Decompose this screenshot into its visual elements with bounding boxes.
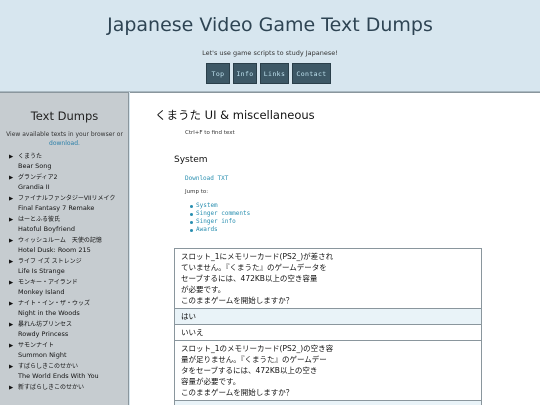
sidebar: Text Dumps View available texts in your … <box>0 92 129 405</box>
sidebar-item-en[interactable]: The World Ends With You <box>18 372 127 381</box>
table-cell: スロット_1にメモリーカード(PS2_)が差され ていません。『くまうた』のゲーム… <box>174 248 482 309</box>
text-line: このままゲームを開始しますか？ <box>181 296 294 305</box>
arrow-right-icon: ▶ <box>9 322 14 328</box>
sidebar-item[interactable]: ▶ ナイト・イン・ザ・ウッズ Night in the Woods <box>9 300 127 321</box>
sidebar-item-jp[interactable]: はーとふる彼氏 <box>18 216 60 223</box>
arrow-right-icon: ▶ <box>9 154 14 160</box>
sidebar-item[interactable]: ▶ ライフ イズ ストレンジ Life Is Strange <box>9 258 127 279</box>
sidebar-item[interactable]: ▶ 暴れん坊プリンセス Rowdy Princess <box>9 321 127 342</box>
text-line: 容量が必要です。 <box>181 377 241 386</box>
arrow-right-icon: ▶ <box>9 238 14 244</box>
jump-links: System Singer comments Singer info Awards <box>190 202 250 234</box>
arrow-right-icon: ▶ <box>9 280 14 286</box>
site-title[interactable]: Japanese Video Game Text Dumps <box>0 14 540 36</box>
sidebar-item-en[interactable]: Night in the Woods <box>18 309 127 318</box>
sidebar-item-jp[interactable]: 新すばらしきこのせかい <box>18 384 84 391</box>
sidebar-item[interactable]: ▶ くまうた Bear Song <box>9 153 127 174</box>
arrow-right-icon: ▶ <box>9 259 14 265</box>
table-row: はい <box>174 400 482 405</box>
arrow-right-icon: ▶ <box>9 364 14 370</box>
sidebar-item-en[interactable]: Final Fantasy 7 Remake <box>18 204 127 213</box>
sidebar-desc-text: View available texts in your browser or <box>6 131 123 138</box>
sidebar-item-jp[interactable]: グランディア2 <box>18 174 57 181</box>
jump-link[interactable]: Singer info <box>190 218 250 226</box>
arrow-right-icon: ▶ <box>9 301 14 307</box>
table-row: はい <box>174 308 482 325</box>
text-line: いいえ <box>181 328 204 337</box>
sidebar-item-en[interactable]: Hatoful Boyfriend <box>18 225 127 234</box>
sidebar-item-jp[interactable]: モンキー・アイランド <box>18 279 78 286</box>
site-header: Japanese Video Game Text Dumps Let's use… <box>0 0 540 92</box>
sidebar-item-jp[interactable]: ウィッシュルーム 天使の記憶 <box>18 237 102 244</box>
table-cell: いいえ <box>174 324 482 341</box>
sidebar-item[interactable]: ▶ グランディア2 Grandia II <box>9 174 127 195</box>
sidebar-item-en[interactable]: Hotel Dusk: Room 215 <box>18 246 127 255</box>
text-line: スロット_1にメモリーカード(PS2_)が差され <box>181 252 334 261</box>
download-txt-link[interactable]: Download TXT <box>185 175 228 182</box>
top-nav: Top Info Links Contact <box>206 63 331 84</box>
sidebar-item[interactable]: ▶ ウィッシュルーム 天使の記憶 Hotel Dusk: Room 215 <box>9 237 127 258</box>
table-row: スロット_1のメモリーカード(PS2_)の空き容 量が足りません。『くまうた』のゲ… <box>174 340 482 401</box>
sidebar-item[interactable]: ▶ すばらしきこのせかい The World Ends With You <box>9 363 127 384</box>
page-title: くまうた UI & miscellaneous <box>155 108 315 122</box>
table-row: スロット_1にメモリーカード(PS2_)が差され ていません。『くまうた』のゲーム… <box>174 248 482 309</box>
sidebar-item-en[interactable]: Life Is Strange <box>18 267 127 276</box>
table-cell: はい <box>174 308 482 325</box>
text-line: 量が足りません。『くまうた』のゲームデー <box>181 355 327 364</box>
sidebar-item-en[interactable]: Grandia II <box>18 183 127 192</box>
find-hint: Ctrl+F to find text <box>185 130 235 136</box>
nav-links-button[interactable]: Links <box>260 63 289 84</box>
text-line: タをセーブするには、472KB以上の空き <box>181 366 318 375</box>
arrow-right-icon: ▶ <box>9 196 14 202</box>
sidebar-item-jp[interactable]: すばらしきこのせかい <box>18 363 78 370</box>
jump-to-label: Jump to: <box>185 189 209 195</box>
sidebar-game-list: ▶ くまうた Bear Song ▶ グランディア2 Grandia II ▶ ファイナルファ… <box>9 153 127 405</box>
sidebar-item[interactable]: ▶ はーとふる彼氏 Hatoful Boyfriend <box>9 216 127 237</box>
sidebar-item-en[interactable]: Monkey Island <box>18 288 127 297</box>
sidebar-download-link[interactable]: download. <box>49 140 80 147</box>
arrow-right-icon: ▶ <box>9 385 14 391</box>
sidebar-item-en[interactable]: Rowdy Princess <box>18 330 127 339</box>
text-line: が必要です。 <box>181 285 226 294</box>
sidebar-description: View available texts in your browser or … <box>6 130 123 148</box>
text-line: このままゲームを開始しますか？ <box>181 388 294 397</box>
table-row: いいえ <box>174 324 482 341</box>
arrow-right-icon: ▶ <box>9 175 14 181</box>
sidebar-title: Text Dumps <box>30 109 99 123</box>
text-line: スロット_1のメモリーカード(PS2_)の空き容 <box>181 344 334 353</box>
sidebar-item-jp[interactable]: ファイナルファンタジーVIIリメイク <box>18 195 115 202</box>
site-tagline: Let's use game scripts to study Japanese… <box>202 49 338 57</box>
section-title: System <box>174 155 208 165</box>
text-line: はい <box>181 312 196 321</box>
sidebar-item-jp[interactable]: 暴れん坊プリンセス <box>18 321 72 328</box>
sidebar-item[interactable]: ▶ モンキー・アイランド Monkey Island <box>9 279 127 300</box>
sidebar-item[interactable]: ▶ サモンナイト Summon Night <box>9 342 127 363</box>
sidebar-item-jp[interactable]: サモンナイト <box>18 342 54 349</box>
sidebar-item[interactable]: ▶ ファイナルファンタジーVIIリメイク Final Fantasy 7 Remak… <box>9 195 127 216</box>
sidebar-item-en[interactable]: Bear Song <box>18 162 127 171</box>
jump-link[interactable]: Singer comments <box>190 210 250 218</box>
text-dump-table: スロット_1にメモリーカード(PS2_)が差され ていません。『くまうた』のゲーム… <box>174 248 482 405</box>
table-cell: はい <box>174 400 482 405</box>
sidebar-item-jp[interactable]: くまうた <box>18 153 42 160</box>
text-line: セーブするには、472KB以上の空き容量 <box>181 274 318 283</box>
nav-top-button[interactable]: Top <box>206 63 230 84</box>
sidebar-item[interactable]: ▶ 新すばらしきこのせかい <box>9 384 127 405</box>
arrow-right-icon: ▶ <box>9 217 14 223</box>
text-line: ていません。『くまうた』のゲームデータを <box>181 263 327 272</box>
sidebar-item-jp[interactable]: ナイト・イン・ザ・ウッズ <box>18 300 90 307</box>
jump-link[interactable]: Awards <box>190 226 250 234</box>
jump-link[interactable]: System <box>190 202 250 210</box>
sidebar-item-en[interactable]: Summon Night <box>18 351 127 360</box>
sidebar-item-jp[interactable]: ライフ イズ ストレンジ <box>18 258 82 265</box>
arrow-right-icon: ▶ <box>9 343 14 349</box>
main-content: くまうた UI & miscellaneous Ctrl+F to find t… <box>130 92 540 405</box>
nav-contact-button[interactable]: Contact <box>292 63 331 84</box>
nav-info-button[interactable]: Info <box>233 63 257 84</box>
table-cell: スロット_1のメモリーカード(PS2_)の空き容 量が足りません。『くまうた』のゲ… <box>174 340 482 401</box>
